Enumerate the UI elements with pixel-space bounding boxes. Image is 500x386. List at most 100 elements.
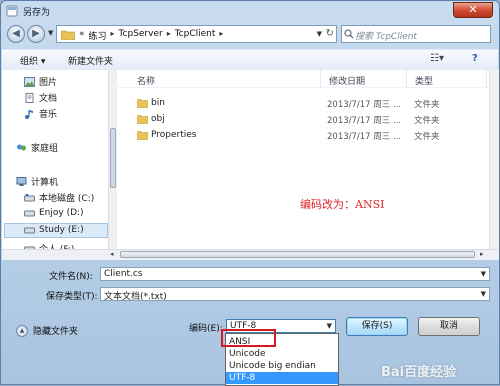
nav-item-label: Enjoy (D:): [39, 208, 84, 218]
filename-label: 文件名(N):: [49, 272, 93, 282]
new-folder-button[interactable]: 新建文件夹: [68, 54, 113, 67]
forward-button[interactable]: ▶: [27, 25, 45, 43]
filename-field[interactable]: Client.cs ▼: [100, 267, 490, 281]
file-date: 2013/7/17 周三 ...: [327, 116, 402, 126]
browser-area: 图片 文档 音乐 家庭组 计算机 本地磁盘 (C:) Enjoy (D:) St…: [2, 70, 498, 260]
breadcrumb-overflow[interactable]: «: [79, 29, 85, 42]
nav-item-label: 音乐: [39, 110, 58, 120]
documents-icon: [25, 92, 34, 103]
encoding-option-unicode[interactable]: Unicode: [226, 348, 338, 360]
file-type: 文件夹: [414, 116, 440, 126]
search-placeholder: 搜索 TcpClient: [355, 32, 417, 42]
nav-item-drive-d[interactable]: Enjoy (D:): [24, 208, 84, 218]
organize-button[interactable]: 组织 ▾: [20, 54, 45, 67]
save-button[interactable]: 保存(S): [346, 317, 408, 336]
cancel-button[interactable]: 取消: [418, 317, 480, 336]
view-options-icon[interactable]: ☷▾: [430, 53, 444, 64]
chevron-down-icon[interactable]: ▼: [481, 270, 486, 278]
back-arrow-icon: ◀: [12, 28, 20, 39]
app-icon: [6, 5, 18, 17]
navigation-row: ◀ ▶ ▼ « 练习 ▸ TcpServer ▸ TcpClient ▸ ▼ ↻: [1, 21, 499, 47]
homegroup-icon: [17, 144, 26, 150]
drive-icon: [24, 210, 35, 217]
nav-item-drive-c[interactable]: 本地磁盘 (C:): [24, 191, 94, 204]
pictures-icon: [24, 76, 35, 87]
scrollbar-thumb[interactable]: [120, 251, 475, 258]
navigation-pane: 图片 文档 音乐 家庭组 计算机 本地磁盘 (C:) Enjoy (D:) St…: [2, 70, 117, 260]
file-row[interactable]: obj 2013/7/17 周三 ... 文件夹: [117, 112, 498, 127]
file-row[interactable]: Properties 2013/7/17 周三 ... 文件夹: [117, 128, 498, 143]
address-dropdown-icon[interactable]: ▼: [317, 30, 322, 38]
collapse-icon: ▲: [16, 324, 28, 337]
annotation-text: 编码改为：ANSI: [300, 198, 385, 211]
refresh-icon[interactable]: ↻: [326, 28, 334, 39]
nav-item-label: 家庭组: [31, 144, 59, 154]
scroll-right-icon[interactable]: ▸: [480, 250, 484, 258]
scrollbar-thumb[interactable]: [110, 128, 116, 188]
nav-item-drive-e[interactable]: Study (E:): [24, 225, 84, 235]
breadcrumb-item[interactable]: 练习: [89, 29, 107, 42]
search-icon: [344, 29, 354, 39]
nav-item-label: 图片: [39, 78, 58, 88]
scroll-left-icon[interactable]: ◂: [110, 250, 114, 258]
column-header-name[interactable]: 名称: [129, 70, 321, 87]
file-name: obj: [151, 114, 165, 124]
encoding-option-unicode-big-endian[interactable]: Unicode big endian: [226, 360, 338, 372]
file-name: bin: [151, 98, 165, 108]
address-bar[interactable]: « 练习 ▸ TcpServer ▸ TcpClient ▸ ▼ ↻: [56, 25, 337, 43]
file-date: 2013/7/17 周三 ...: [327, 132, 402, 142]
encoding-label: 编码(E):: [189, 324, 223, 334]
recent-locations-dropdown[interactable]: ▼: [48, 29, 53, 37]
savetype-value: 文本文档(*.txt): [104, 292, 167, 302]
file-name: Properties: [151, 130, 197, 140]
filename-value: Client.cs: [104, 269, 143, 279]
breadcrumb-separator-icon[interactable]: ▸: [111, 29, 115, 42]
music-icon: [25, 109, 33, 119]
chevron-down-icon[interactable]: ▼: [327, 322, 332, 330]
column-header-date[interactable]: 修改日期: [321, 70, 407, 87]
file-date: 2013/7/17 周三 ...: [327, 100, 402, 110]
folder-icon: [137, 115, 148, 124]
search-box[interactable]: 搜索 TcpClient: [341, 25, 491, 43]
horizontal-scrollbar[interactable]: ◂ ▸: [2, 249, 498, 260]
nav-item-computer[interactable]: 计算机: [16, 175, 58, 188]
hide-folders-toggle[interactable]: ▲ 隐藏文件夹: [16, 324, 78, 337]
close-button[interactable]: ✕: [453, 2, 493, 18]
forward-arrow-icon: ▶: [32, 28, 40, 39]
drive-icon: [24, 227, 35, 234]
folder-icon: [137, 99, 148, 108]
breadcrumb: « 练习 ▸ TcpServer ▸ TcpClient ▸: [79, 29, 223, 42]
nav-item-homegroup[interactable]: 家庭组: [16, 141, 58, 154]
nav-pane-scrollbar[interactable]: [108, 70, 117, 260]
save-as-dialog: 另存为 ✕ ◀ ▶ ▼ « 练习 ▸ TcpServer ▸ TcpClient…: [0, 0, 500, 386]
chevron-down-icon[interactable]: ▼: [481, 290, 486, 298]
computer-icon: [16, 176, 27, 186]
savetype-select[interactable]: 文本文档(*.txt) ▼: [100, 287, 490, 302]
nav-item-label: 计算机: [31, 178, 59, 188]
help-icon[interactable]: ?: [472, 53, 478, 64]
breadcrumb-separator-icon[interactable]: ▸: [219, 29, 223, 42]
file-list-scrollbar[interactable]: [489, 70, 499, 260]
annotation-highlight-box: [221, 329, 276, 347]
nav-item-music[interactable]: 音乐: [24, 107, 57, 120]
nav-item-documents[interactable]: 文档: [24, 91, 57, 104]
file-row[interactable]: bin 2013/7/17 周三 ... 文件夹: [117, 96, 498, 111]
title-bar: 另存为 ✕: [1, 1, 499, 21]
breadcrumb-item[interactable]: TcpServer: [119, 29, 163, 42]
file-type: 文件夹: [414, 132, 440, 142]
breadcrumb-separator-icon[interactable]: ▸: [167, 29, 171, 42]
nav-item-label: 本地磁盘 (C:): [39, 194, 95, 204]
column-header-type[interactable]: 类型: [407, 70, 487, 87]
back-button[interactable]: ◀: [7, 25, 25, 43]
savetype-label: 保存类型(T):: [46, 292, 98, 302]
window-title: 另存为: [23, 8, 51, 18]
breadcrumb-item[interactable]: TcpClient: [175, 29, 216, 42]
nav-item-pictures[interactable]: 图片: [24, 75, 57, 88]
nav-item-label: 文档: [39, 94, 58, 104]
toolbar: 组织 ▾ 新建文件夹 ☷▾ ?: [2, 49, 498, 71]
hide-folders-label: 隐藏文件夹: [33, 327, 79, 337]
folder-icon: [61, 30, 75, 40]
file-type: 文件夹: [414, 100, 440, 110]
folder-icon: [137, 131, 148, 140]
encoding-option-utf8[interactable]: UTF-8: [226, 372, 338, 384]
